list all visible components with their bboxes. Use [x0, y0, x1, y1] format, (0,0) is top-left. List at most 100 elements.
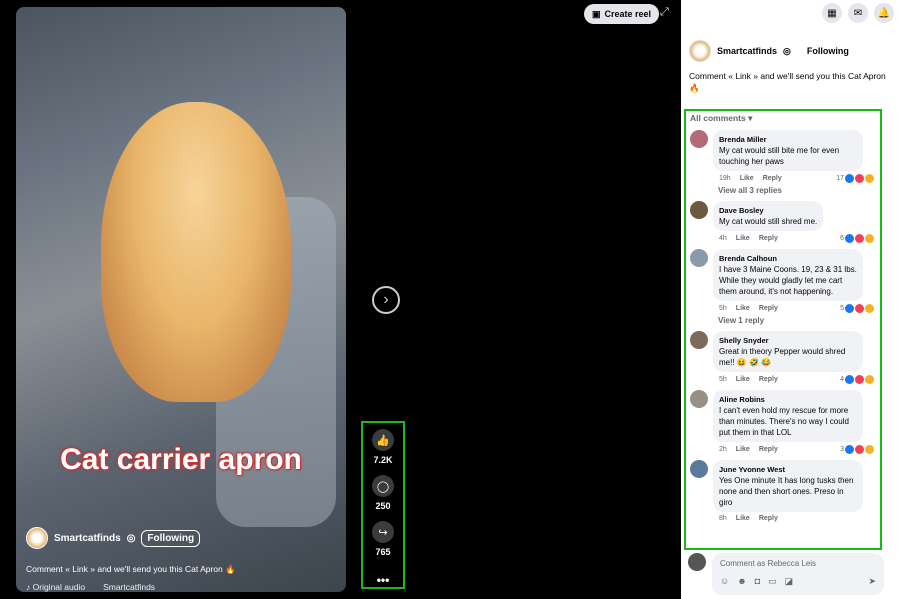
- comment-like-button[interactable]: Like: [736, 446, 750, 453]
- reaction-icon: [845, 445, 854, 454]
- reaction-count: 6: [840, 235, 844, 242]
- comment-reply-button[interactable]: Reply: [759, 305, 778, 312]
- reaction-icon: [845, 375, 854, 384]
- commenter-avatar[interactable]: [690, 201, 708, 219]
- sticker-icon[interactable]: ◪: [785, 576, 794, 587]
- apps-grid-icon[interactable]: ▦: [822, 3, 842, 23]
- video-author-name[interactable]: Smartcatfinds: [54, 533, 121, 544]
- commenter-avatar[interactable]: [690, 460, 708, 478]
- comment-meta: 19h Like Reply 17: [713, 171, 876, 183]
- comment-time[interactable]: 19h: [719, 175, 731, 182]
- expand-icon[interactable]: ⤢: [660, 6, 669, 19]
- commenter-name[interactable]: Brenda Miller: [719, 134, 857, 145]
- video-overlay-title: Cat carrier apron: [60, 443, 302, 476]
- comment-reactions[interactable]: 17: [836, 174, 874, 183]
- comment-reactions[interactable]: 6: [840, 234, 874, 243]
- globe-icon: ◎: [783, 45, 791, 56]
- audio-icon: ♪: [26, 582, 33, 592]
- view-replies-link[interactable]: View 1 reply: [690, 313, 876, 325]
- comment-time[interactable]: 5h: [719, 376, 727, 383]
- comment-like-button[interactable]: Like: [736, 235, 750, 242]
- comment-like-button[interactable]: Like: [740, 175, 754, 182]
- comment-text: Yes One minute It has long tusks then no…: [719, 476, 854, 507]
- more-options-icon[interactable]: •••: [377, 573, 390, 587]
- comment-like-button[interactable]: Like: [736, 515, 750, 522]
- comment-reactions[interactable]: 4: [840, 375, 874, 384]
- comment-meta: 2h Like Reply 3: [713, 442, 876, 454]
- reaction-icon: [855, 375, 864, 384]
- comment-reactions[interactable]: 5: [840, 304, 874, 313]
- comment-time[interactable]: 2h: [719, 446, 727, 453]
- reel-stage: Cat carrier apron Smartcatfinds ◎ Follow…: [0, 0, 681, 599]
- reel-video[interactable]: Cat carrier apron Smartcatfinds ◎ Follow…: [16, 7, 346, 592]
- comment-list: Brenda Miller My cat would still bite me …: [690, 130, 876, 522]
- current-user-avatar[interactable]: [688, 553, 706, 571]
- following-button[interactable]: Following: [141, 529, 201, 547]
- next-reel-button[interactable]: ›: [372, 286, 400, 314]
- commenter-avatar[interactable]: [690, 130, 708, 148]
- commenter-name[interactable]: Aline Robins: [719, 394, 857, 405]
- post-following-button[interactable]: Following: [807, 46, 849, 56]
- reaction-icon: [845, 174, 854, 183]
- messenger-icon[interactable]: ✉: [848, 3, 868, 23]
- comment-time[interactable]: 4h: [719, 235, 727, 242]
- comment-bubble: Shelly Snyder Great in theory Pepper woul…: [713, 331, 863, 372]
- like-icon[interactable]: 👍: [372, 429, 394, 451]
- comment-reply-button[interactable]: Reply: [763, 175, 782, 182]
- comment-reply-button[interactable]: Reply: [759, 376, 778, 383]
- comment-reply-button[interactable]: Reply: [759, 515, 778, 522]
- author-avatar[interactable]: [26, 527, 48, 549]
- like-count: 7.2K: [373, 455, 393, 465]
- commenter-avatar[interactable]: [690, 249, 708, 267]
- comment-meta: 8h Like Reply: [713, 512, 876, 522]
- chevron-right-icon: ›: [383, 291, 389, 308]
- create-reel-button[interactable]: ▣ Create reel: [584, 4, 660, 24]
- reaction-count: 3: [840, 446, 844, 453]
- avatar-sticker-icon[interactable]: ☺: [720, 576, 729, 587]
- comment-item: June Yvonne West Yes One minute It has lo…: [690, 460, 876, 522]
- comment-body: Brenda Calhoun I have 3 Maine Coons. 19, …: [713, 249, 876, 313]
- reel-actions: 👍 7.2K ◯ 250 ↪ 765 •••: [361, 421, 405, 589]
- comment-item: Brenda Calhoun I have 3 Maine Coons. 19, …: [690, 249, 876, 325]
- post-text: Comment « Link » and we'll send you this…: [689, 71, 886, 93]
- comment-composer: Comment as Rebecca Leis ☺ ☻ ◘ ▭ ◪ ➤: [688, 553, 884, 595]
- comment-input[interactable]: Comment as Rebecca Leis ☺ ☻ ◘ ▭ ◪ ➤: [712, 553, 884, 595]
- emoji-icon[interactable]: ☻: [737, 576, 746, 587]
- gif-icon[interactable]: ▭: [768, 576, 777, 587]
- audio-label: Original audio: [32, 582, 86, 592]
- commenter-name[interactable]: Brenda Calhoun: [719, 253, 857, 264]
- commenter-name[interactable]: Dave Bosley: [719, 205, 817, 216]
- post-author-avatar[interactable]: [689, 40, 711, 62]
- video-author-row: Smartcatfinds ◎ Following: [26, 527, 201, 549]
- reaction-icon: [865, 174, 874, 183]
- reaction-icon: [855, 304, 864, 313]
- top-bar: ▦ ✉ 🔔: [681, 0, 900, 26]
- comment-time[interactable]: 5h: [719, 305, 727, 312]
- comment-like-button[interactable]: Like: [736, 376, 750, 383]
- comment-like-button[interactable]: Like: [736, 305, 750, 312]
- notifications-bell-icon[interactable]: 🔔: [874, 3, 894, 23]
- post-author-name[interactable]: Smartcatfinds: [717, 46, 777, 56]
- reaction-icon: [855, 234, 864, 243]
- camera-icon[interactable]: ◘: [755, 576, 760, 587]
- commenter-avatar[interactable]: [690, 331, 708, 349]
- comment-text: My cat would still shred me.: [719, 217, 818, 226]
- comment-time[interactable]: 8h: [719, 515, 727, 522]
- verified-icon: ◎: [126, 532, 136, 544]
- comment-reply-button[interactable]: Reply: [759, 235, 778, 242]
- comment-reactions[interactable]: 3: [840, 445, 874, 454]
- share-icon[interactable]: ↪: [372, 521, 394, 543]
- comment-icon[interactable]: ◯: [372, 475, 394, 497]
- comment-meta: 5h Like Reply 4: [713, 372, 876, 384]
- comment-body: Dave Bosley My cat would still shred me. 4…: [713, 201, 876, 243]
- audio-row[interactable]: ♪ Original audio Smartcatfinds: [26, 582, 155, 592]
- commenter-name[interactable]: Shelly Snyder: [719, 335, 857, 346]
- comment-reply-button[interactable]: Reply: [759, 446, 778, 453]
- commenter-name[interactable]: June Yvonne West: [719, 464, 857, 475]
- view-replies-link[interactable]: View all 3 replies: [690, 183, 876, 195]
- send-icon[interactable]: ➤: [868, 576, 876, 587]
- comments-sort-dropdown[interactable]: All comments ▾: [690, 113, 876, 124]
- comment-bubble: Aline Robins I can't even hold my rescue …: [713, 390, 863, 442]
- commenter-avatar[interactable]: [690, 390, 708, 408]
- reaction-icon: [845, 304, 854, 313]
